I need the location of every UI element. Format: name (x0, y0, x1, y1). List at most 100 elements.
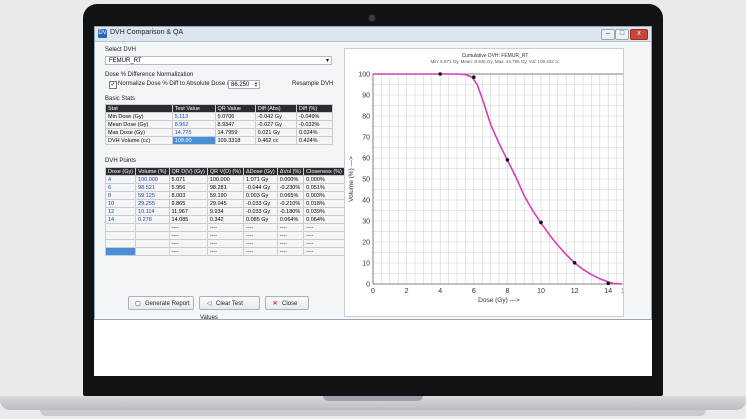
table-cell: ---- (242, 239, 278, 248)
table-cell: 0.000% (303, 175, 345, 184)
table-cell[interactable] (104, 231, 137, 240)
table-cell: Min Dose (Gy) (105, 112, 173, 121)
x-tick-label: 12 (571, 288, 579, 295)
table-cell: -0.180% (276, 207, 305, 216)
table-cell[interactable]: 14 (104, 215, 137, 224)
select-dvh-label: Select DVH (105, 47, 137, 53)
table-cell[interactable]: 10.114 (135, 207, 170, 216)
close-window-button[interactable]: x (630, 29, 648, 40)
table-cell[interactable] (135, 223, 170, 232)
title-bar: DV DVH Comparison & QA – □ x (95, 27, 651, 42)
table-cell: 0.424% (295, 136, 334, 145)
table-cell: 14.7959 (214, 128, 256, 137)
table-cell[interactable] (135, 247, 170, 256)
table-cell[interactable]: 100.000 (135, 175, 170, 184)
table-cell: 109.3318 (214, 136, 256, 145)
column-header: QR V(D) (%) (206, 167, 244, 176)
table-cell: -0.033 Gy (242, 199, 278, 208)
minimize-button[interactable]: – (601, 29, 615, 40)
table-cell[interactable] (135, 239, 170, 248)
table-cell[interactable]: 14.775 (171, 128, 216, 137)
table-cell[interactable]: 4 (104, 175, 137, 184)
table-cell: 9.934 (206, 207, 244, 216)
y-tick-label: 80 (362, 114, 370, 121)
table-cell: 98.281 (206, 183, 244, 192)
maximize-button[interactable]: □ (615, 29, 629, 40)
table-cell: -0.033 Gy (242, 207, 278, 216)
x-tick-label: 14 (604, 288, 612, 295)
table-cell[interactable]: 59.125 (135, 191, 170, 200)
column-header: Stat (105, 104, 173, 113)
table-cell: 0.462 cc (254, 136, 297, 145)
column-header: Test Value (171, 104, 216, 113)
column-header: Closeness (%) (303, 167, 345, 176)
eraser-icon: ◁ (206, 301, 212, 307)
dvh-point-row: 14 0.278 14.085 0.342 0.085 Gy 0.064% 0.064% (104, 215, 345, 224)
table-cell[interactable]: 8 (104, 191, 137, 200)
column-header: Dose (Gy) (104, 167, 137, 176)
table-cell[interactable] (135, 231, 170, 240)
table-cell: 5.0706 (214, 112, 256, 121)
column-header: QR D(V) (Gy) (168, 167, 208, 176)
table-cell: 59.190 (206, 191, 244, 200)
table-cell: ---- (242, 247, 278, 256)
x-tick-label: 2 (405, 288, 409, 295)
table-cell: 8.003 (168, 191, 208, 200)
dvh-point-row: ---- ---- ---- ---- ---- (104, 239, 345, 248)
dvh-comparison-window: DV DVH Comparison & QA – □ x Select DVH … (94, 26, 652, 321)
table-cell: 8.9347 (214, 120, 256, 129)
table-cell[interactable] (104, 247, 137, 256)
normalization-label: Dose % Difference Normalization (105, 72, 194, 78)
table-cell[interactable]: 98.521 (135, 183, 170, 192)
table-cell: ---- (168, 231, 208, 240)
dvh-point-row: 6 98.521 5.956 98.281 -0.044 Gy -0.230% 0.051% (104, 183, 345, 192)
table-cell[interactable] (104, 223, 137, 232)
table-cell: 0.065% (276, 191, 305, 200)
table-cell[interactable]: 8.962 (171, 120, 216, 129)
table-cell[interactable]: 12 (104, 207, 137, 216)
normalize-checkbox[interactable]: ✓ (109, 81, 117, 89)
dvh-data-point (539, 220, 543, 225)
table-cell: 100.000 (206, 175, 244, 184)
resample-dvh-label[interactable]: Resample DVH (292, 81, 333, 87)
dvh-data-point (438, 72, 442, 76)
table-cell[interactable] (104, 239, 137, 248)
generate-report-button[interactable]: ▢ Generate Report (128, 296, 194, 310)
stats-row: Mean Dose (Gy) 8.962 8.9347 -0.027 Gy -0.032… (105, 120, 334, 129)
clear-test-values-button[interactable]: ◁ Clear Test Values (199, 296, 260, 321)
table-cell: -0.049% (295, 112, 334, 121)
table-cell[interactable]: 108.00 (171, 136, 216, 145)
y-axis-label: Volume (%) ---> (348, 156, 355, 202)
dvh-data-point (505, 158, 510, 162)
y-tick-label: 0 (366, 282, 370, 289)
table-cell: ---- (168, 239, 208, 248)
table-cell: ---- (168, 247, 208, 256)
dvh-data-point (472, 75, 476, 79)
table-cell[interactable]: 10 (104, 199, 137, 208)
close-label: Close (282, 301, 298, 307)
table-cell: 0.085 Gy (242, 215, 278, 224)
table-cell: 0.024% (295, 128, 334, 137)
stats-row: DVH Volume (cc) 108.00 109.3318 0.462 cc 0.4… (105, 136, 334, 145)
column-header: ΔVol (%) (276, 167, 305, 176)
table-cell[interactable]: 6 (104, 183, 137, 192)
table-cell: ---- (242, 223, 278, 232)
table-cell[interactable]: 29.255 (135, 199, 170, 208)
table-cell[interactable]: 0.278 (135, 215, 170, 224)
table-cell: -0.210% (276, 199, 305, 208)
y-tick-label: 10 (362, 261, 370, 268)
close-button[interactable]: ✕ Close (265, 296, 309, 310)
table-cell: 0.051% (303, 183, 345, 192)
dvh-point-row: 8 59.125 8.003 59.190 0.003 Gy 0.065% 0.003% (104, 191, 345, 200)
select-dvh-dropdown[interactable]: FEMUR_RT ▾ (105, 56, 332, 65)
table-cell: 5.956 (168, 183, 208, 192)
table-cell: -0.027 Gy (254, 120, 297, 129)
table-cell[interactable]: 5.113 (171, 112, 216, 121)
dvh-point-row: 4 100.000 5.071 100.000 1.071 Gy 0.000% 0.000% (104, 175, 345, 184)
table-cell: 0.064% (276, 215, 305, 224)
dvh-data-point (572, 260, 577, 265)
dose-spinner-icon[interactable]: ▲ ▼ (254, 81, 259, 88)
table-cell: ---- (206, 239, 244, 248)
table-cell: ---- (242, 231, 278, 240)
table-cell: 0.039% (303, 207, 345, 216)
